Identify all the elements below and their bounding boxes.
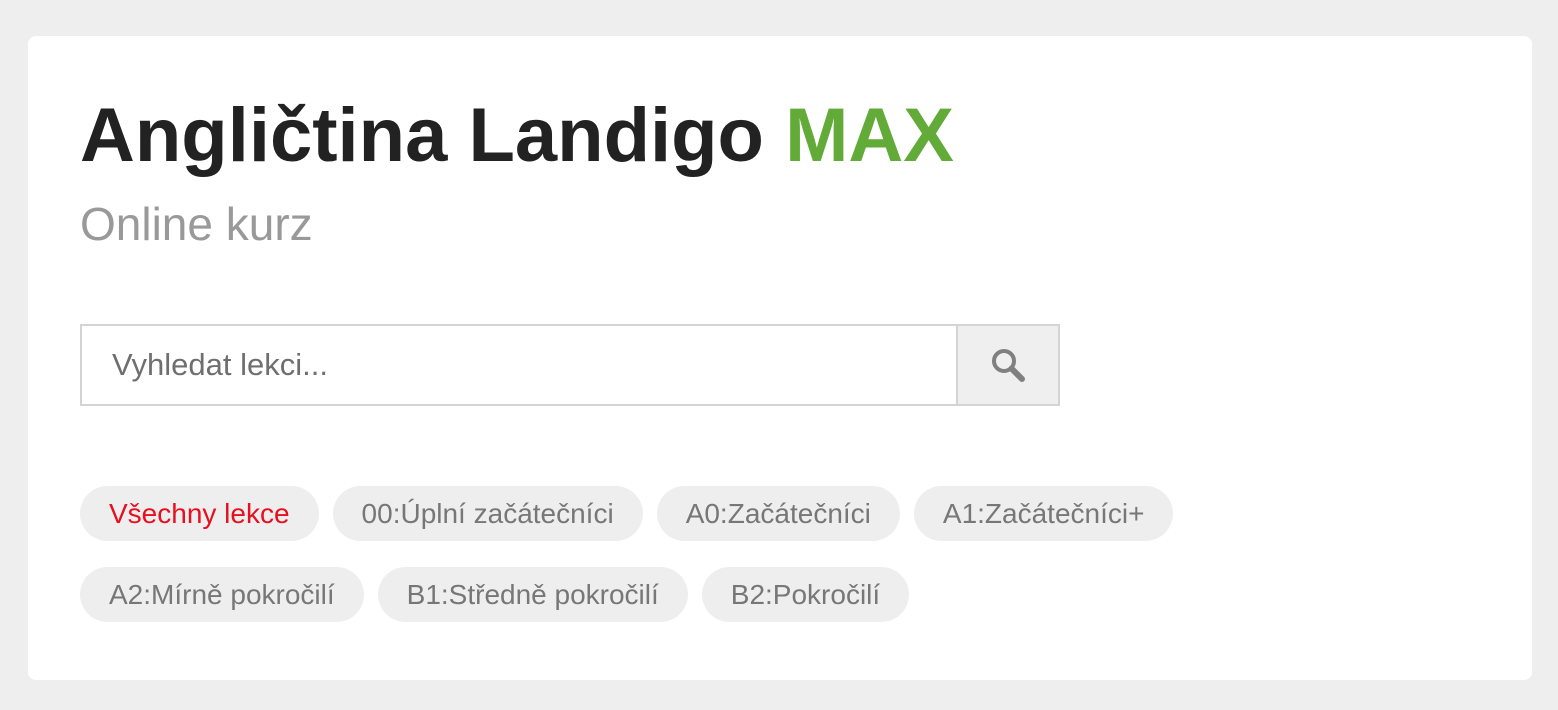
search-button[interactable] (956, 324, 1060, 406)
filter-level-a0[interactable]: A0:Začátečníci (656, 486, 900, 541)
title-accent: MAX (785, 93, 954, 178)
filter-level-b1[interactable]: B1:Středně pokročilí (377, 567, 688, 622)
filter-level-a2[interactable]: A2:Mírně pokročilí (80, 567, 364, 622)
search-input[interactable] (80, 324, 956, 406)
filter-level-b2[interactable]: B2:Pokročilí (701, 567, 910, 622)
filter-level-00[interactable]: 00:Úplní začátečníci (332, 486, 643, 541)
lesson-search-form (80, 324, 1060, 406)
level-filter-list: Všechny lekce 00:Úplní začátečníci A0:Za… (80, 486, 1340, 622)
course-card: Angličtina Landigo MAX Online kurz Všech… (28, 36, 1532, 680)
filter-all-lessons[interactable]: Všechny lekce (80, 486, 319, 541)
search-icon (992, 349, 1025, 382)
title-text: Angličtina Landigo (80, 93, 764, 178)
page-title: Angličtina Landigo MAX (80, 92, 954, 180)
filter-level-a1[interactable]: A1:Začátečníci+ (913, 486, 1174, 541)
page-subtitle: Online kurz (80, 198, 313, 250)
